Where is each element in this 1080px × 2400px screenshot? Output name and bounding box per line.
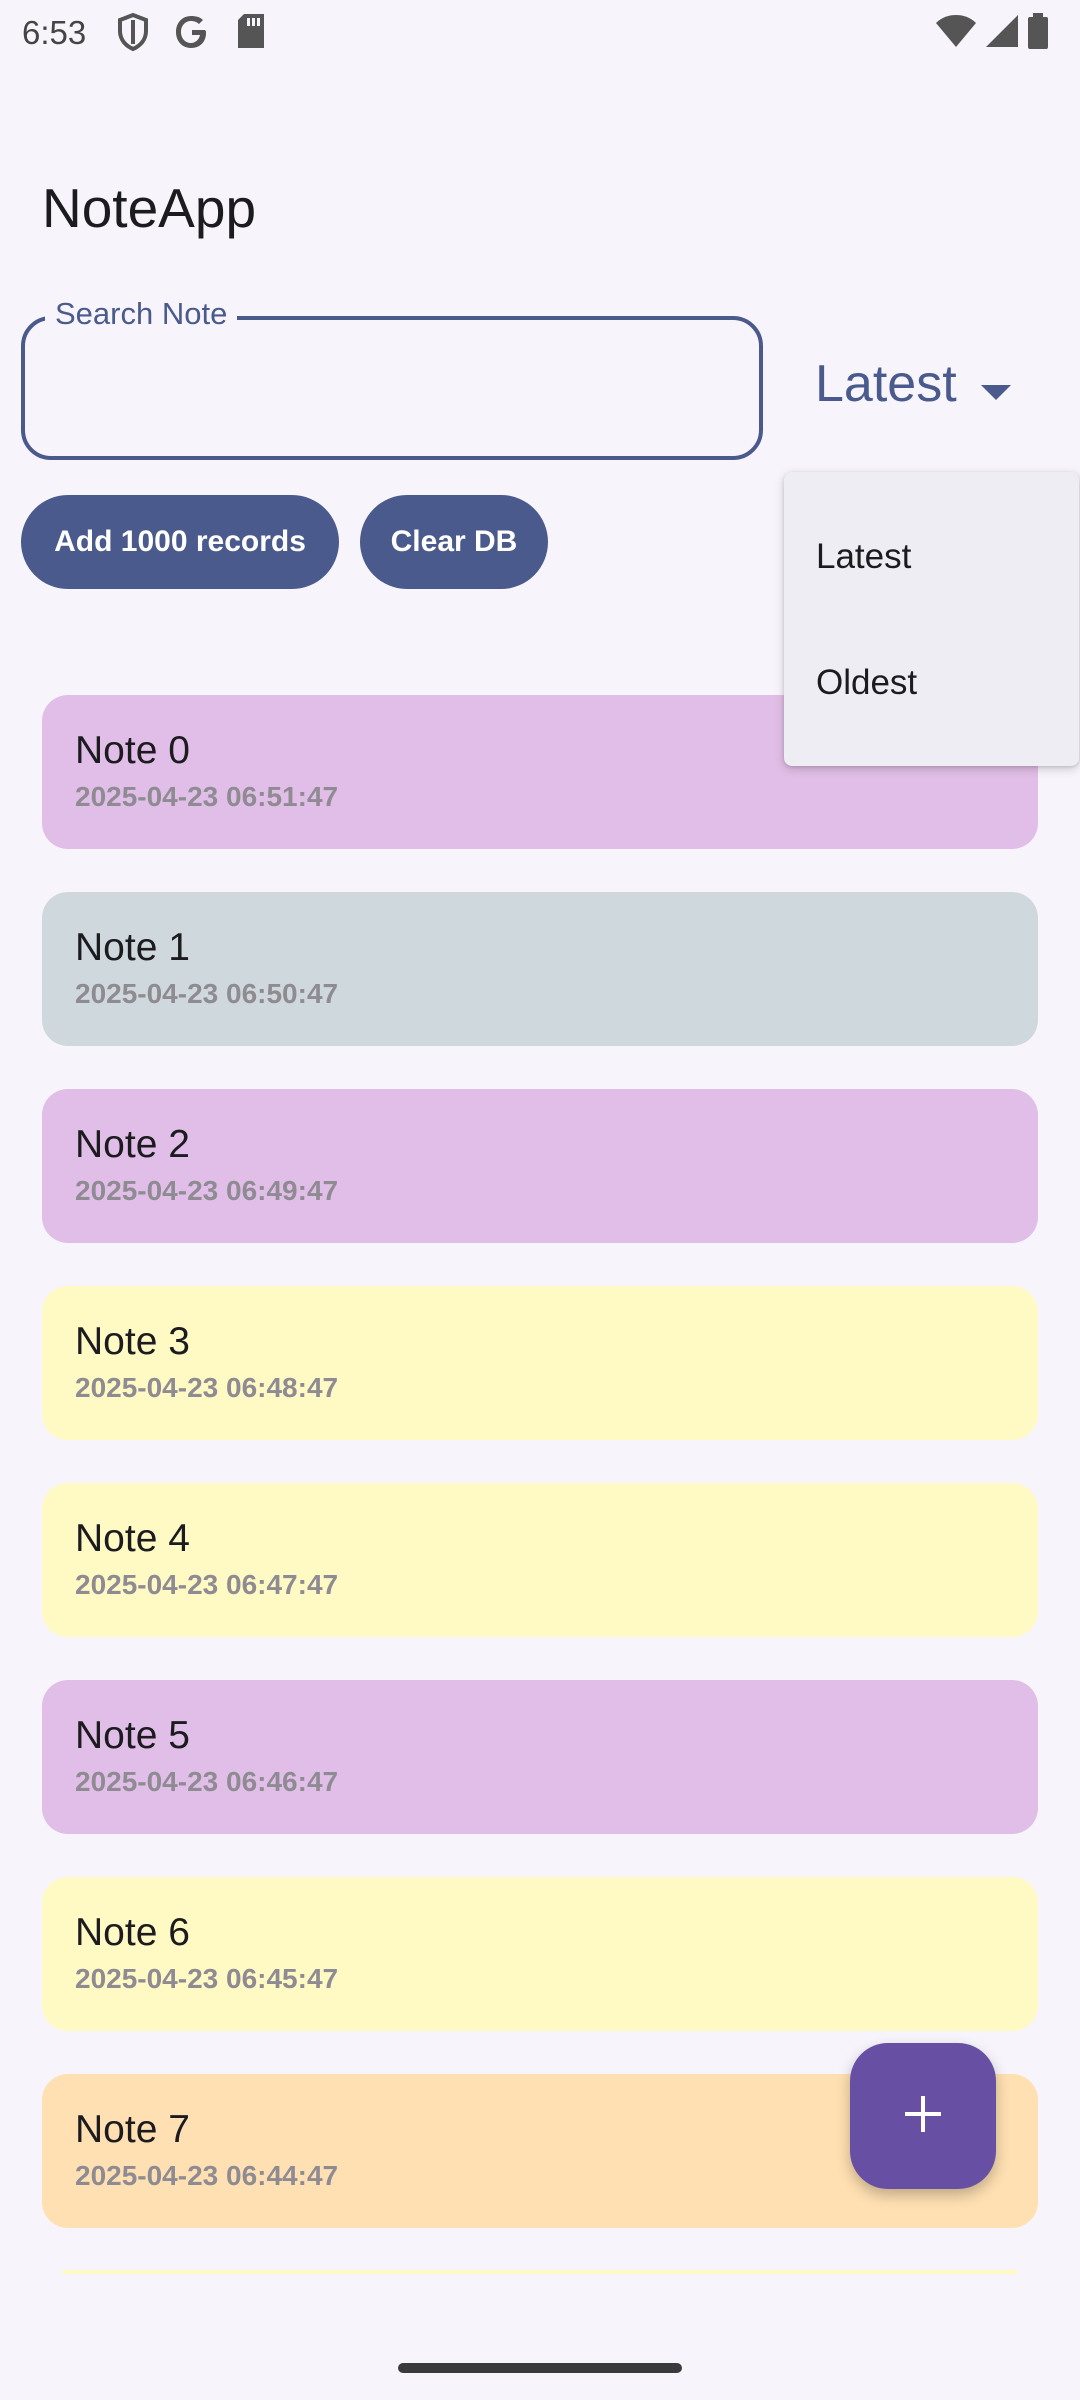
sort-dropdown[interactable]: Latest bbox=[815, 344, 1011, 424]
search-input[interactable] bbox=[25, 320, 759, 456]
note-card[interactable]: Note 2 2025-04-23 06:49:47 bbox=[42, 1089, 1038, 1243]
note-card-partial bbox=[62, 2270, 1018, 2274]
note-title: Note 2 bbox=[75, 1123, 190, 1166]
sd-card-icon bbox=[236, 12, 266, 55]
note-date: 2025-04-23 06:48:47 bbox=[75, 1372, 339, 1403]
sort-option-latest[interactable]: Latest bbox=[784, 494, 1079, 620]
note-title: Note 3 bbox=[75, 1320, 190, 1363]
home-indicator[interactable] bbox=[398, 2363, 682, 2373]
note-card[interactable]: Note 1 2025-04-23 06:50:47 bbox=[42, 892, 1038, 1046]
status-bar: 6:53 bbox=[0, 0, 1080, 64]
clear-db-button[interactable]: Clear DB bbox=[360, 495, 548, 589]
note-title: Note 5 bbox=[75, 1714, 190, 1757]
google-icon bbox=[172, 12, 212, 57]
note-date: 2025-04-23 06:46:47 bbox=[75, 1766, 339, 1797]
note-date: 2025-04-23 06:45:47 bbox=[75, 1963, 339, 1994]
app-title: NoteApp bbox=[42, 177, 257, 239]
note-title: Note 1 bbox=[75, 926, 190, 969]
signal-icon bbox=[984, 13, 1020, 54]
sort-menu: Latest Oldest bbox=[784, 472, 1079, 766]
note-card[interactable]: Note 5 2025-04-23 06:46:47 bbox=[42, 1680, 1038, 1834]
note-date: 2025-04-23 06:50:47 bbox=[75, 978, 339, 1009]
sort-option-oldest[interactable]: Oldest bbox=[784, 620, 1079, 746]
note-title: Note 4 bbox=[75, 1517, 190, 1560]
note-title: Note 6 bbox=[75, 1911, 190, 1954]
add-note-fab[interactable] bbox=[850, 2043, 996, 2189]
search-label: Search Note bbox=[45, 296, 238, 332]
shield-icon bbox=[116, 12, 150, 57]
plus-icon bbox=[903, 2094, 943, 2139]
wifi-icon bbox=[934, 13, 978, 54]
note-card[interactable]: Note 4 2025-04-23 06:47:47 bbox=[42, 1483, 1038, 1637]
note-date: 2025-04-23 06:51:47 bbox=[75, 781, 339, 812]
status-time: 6:53 bbox=[22, 14, 87, 51]
note-date: 2025-04-23 06:49:47 bbox=[75, 1175, 339, 1206]
sort-selected-value: Latest bbox=[815, 355, 957, 413]
note-card[interactable]: Note 6 2025-04-23 06:45:47 bbox=[42, 1877, 1038, 2031]
battery-icon bbox=[1026, 12, 1050, 55]
note-date: 2025-04-23 06:47:47 bbox=[75, 1569, 339, 1600]
note-card[interactable]: Note 3 2025-04-23 06:48:47 bbox=[42, 1286, 1038, 1440]
caret-down-icon bbox=[980, 354, 1011, 414]
search-field[interactable]: Search Note bbox=[21, 296, 763, 460]
add-1000-records-button[interactable]: Add 1000 records bbox=[21, 495, 339, 589]
